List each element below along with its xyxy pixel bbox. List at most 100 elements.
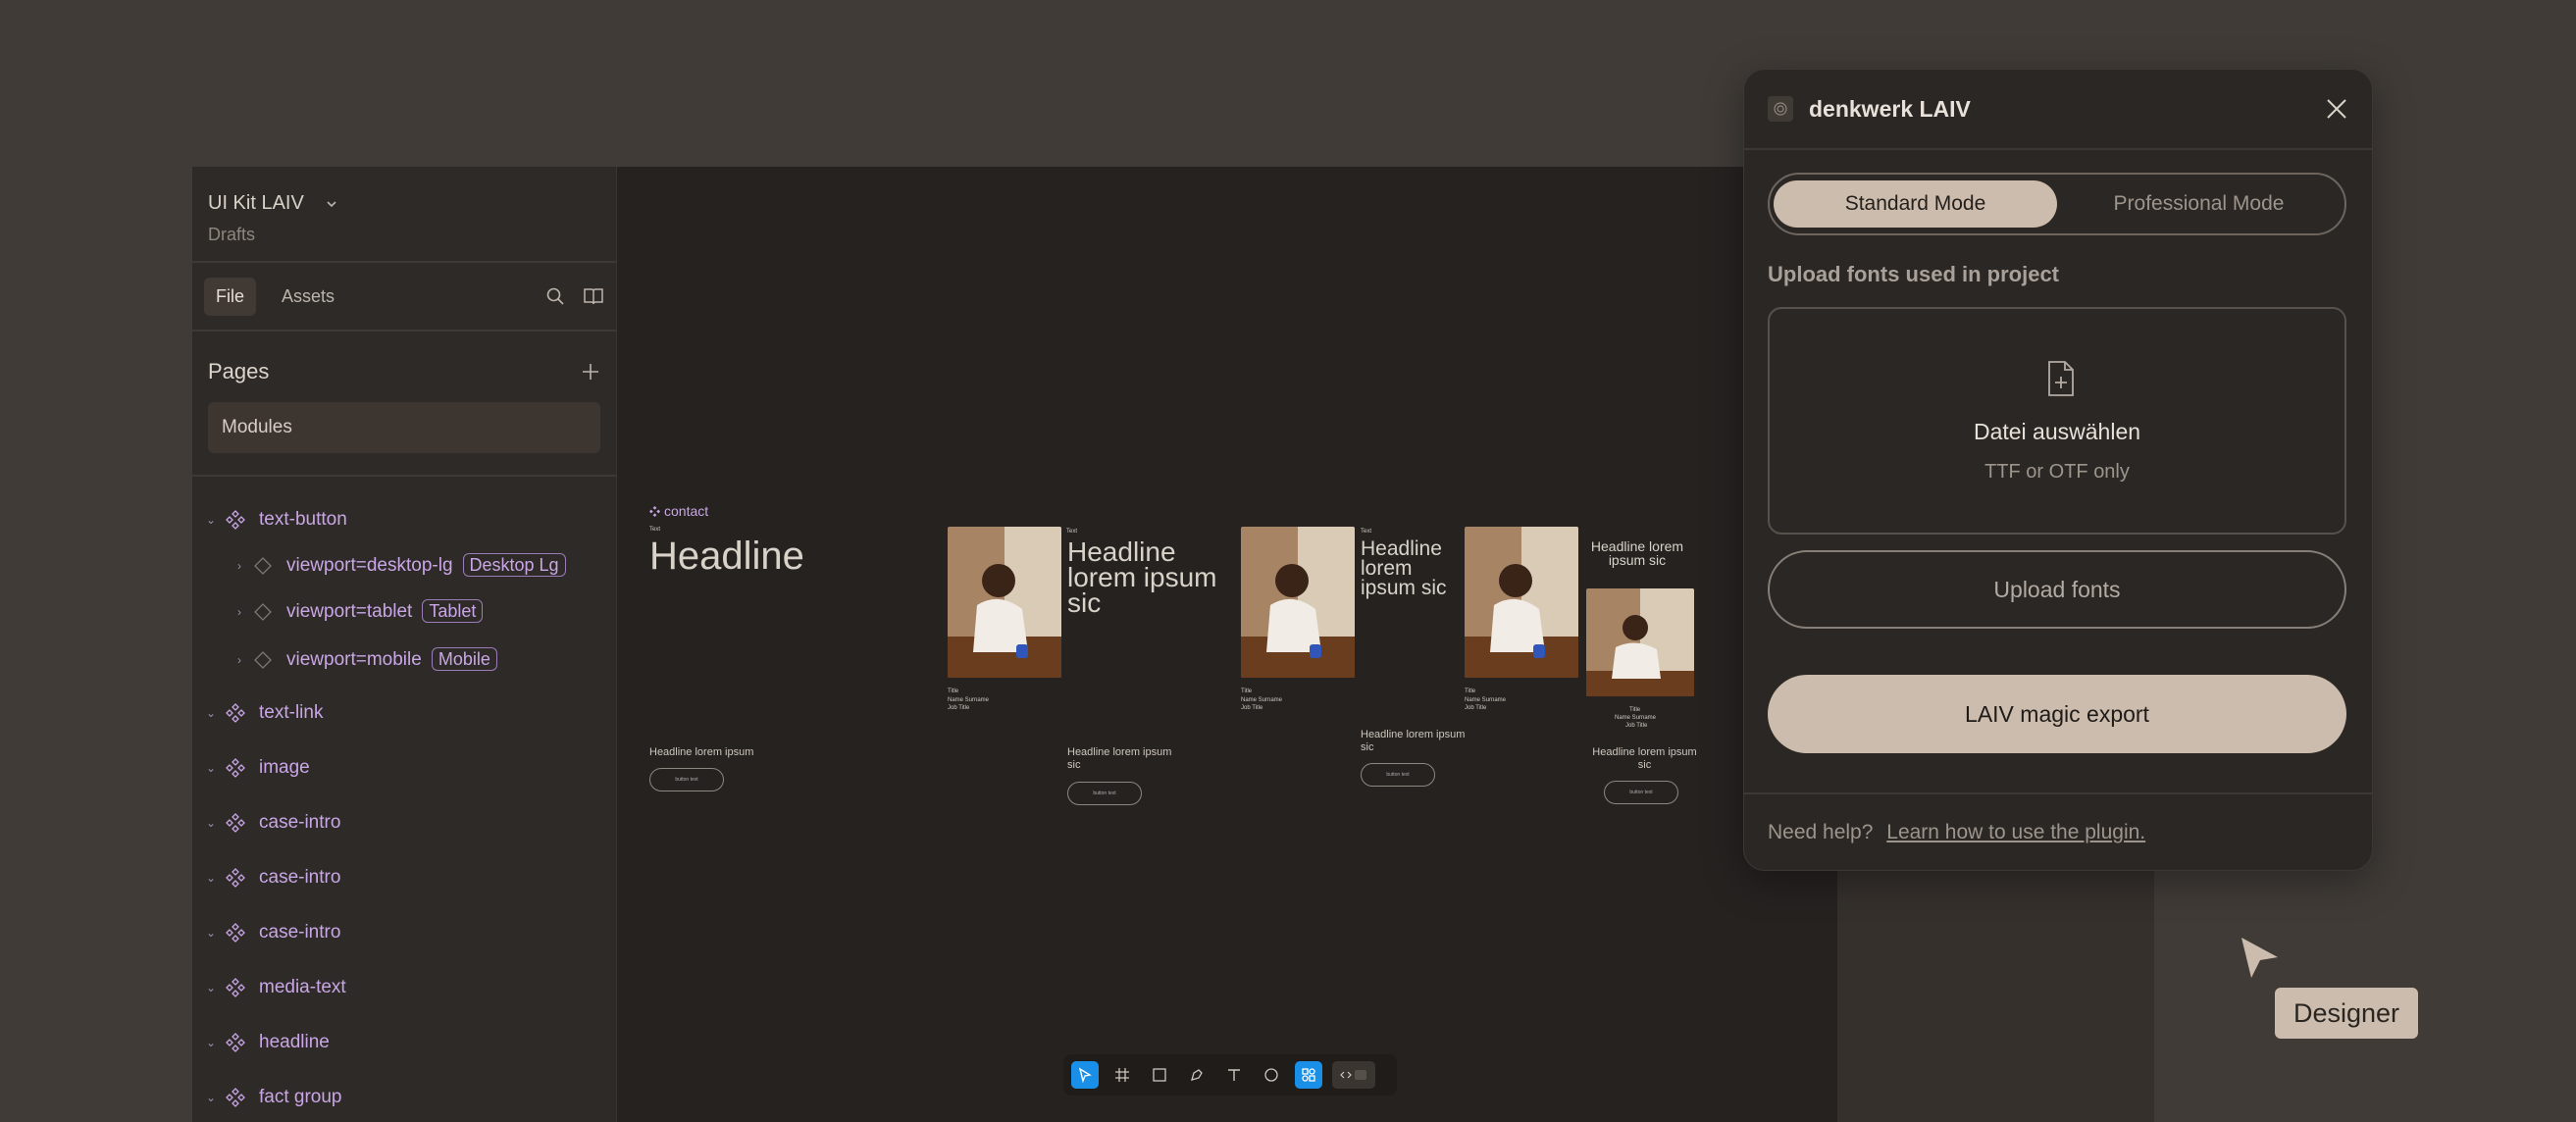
component-icon [226,978,245,997]
layer-row[interactable]: ⌄ image [192,740,616,795]
tab-file[interactable]: File [204,277,257,316]
pen-tool-icon[interactable] [1183,1061,1211,1089]
chevron-right-icon[interactable]: › [237,559,241,573]
frame1-headline: Headline [649,535,804,578]
library-book-icon[interactable] [583,286,604,306]
magic-export-button[interactable]: LAIV magic export [1768,675,2346,753]
layer-label: viewport=mobile Mobile [286,647,497,671]
layer-row[interactable]: ⌄ text-link [192,686,616,740]
layer-row[interactable]: › viewport=tablet Tablet [192,588,616,635]
variant-icon [254,602,272,621]
layer-row[interactable]: › viewport=desktop-lg Desktop Lg [192,542,616,588]
portrait-image [948,527,1061,678]
variant-badge: Tablet [422,598,484,623]
layer-label: case-intro [259,867,341,888]
variant-icon [254,556,272,575]
project-header[interactable]: UI Kit LAIV Drafts [192,167,616,263]
plugin-header: denkwerk LAIV [1744,70,2372,150]
layer-row[interactable]: ⌄ case-intro [192,795,616,850]
layer-label: viewport=desktop-lg Desktop Lg [286,552,566,577]
layer-label: case-intro [259,812,341,833]
layer-row[interactable]: ⌄ case-intro [192,905,616,960]
portrait-image [1465,527,1578,678]
design-canvas[interactable]: contact Text Headline Headline lorem ips… [617,167,1837,1122]
frame1-body: Headline lorem ipsum [649,746,754,758]
dev-mode-toggle-icon[interactable] [1332,1061,1375,1089]
divider [1744,792,2372,794]
frame4-headline: Headline lorem ipsum sic [1590,538,1684,568]
close-icon[interactable] [2325,97,2348,121]
chevron-down-icon[interactable]: ⌄ [206,981,216,994]
frame2-name: Name Surname [948,697,990,703]
variant-icon [254,651,272,669]
collaborator-label: Designer [2275,988,2418,1039]
tab-assets[interactable]: Assets [270,278,346,316]
plugin-title: denkwerk LAIV [1809,95,1971,122]
component-icon [226,813,245,833]
layer-row[interactable]: ⌄ media-text [192,960,616,1015]
chevron-down-icon[interactable]: ⌄ [206,706,216,720]
frame2-button[interactable]: button text [1067,782,1142,805]
eyebrow-text: Title [1241,688,1253,694]
pages-title: Pages [208,359,270,383]
layer-row[interactable]: ⌄ fact group [192,1070,616,1122]
font-dropzone[interactable]: Datei auswählen TTF or OTF only [1768,307,2346,535]
layer-row[interactable]: ⌄ case-intro [192,850,616,905]
chevron-right-icon[interactable]: › [237,605,241,619]
chevron-down-icon[interactable]: ⌄ [206,1091,216,1104]
layer-row[interactable]: › viewport=mobile Mobile [192,635,616,686]
layer-label: viewport=tablet Tablet [286,598,484,623]
chevron-down-icon[interactable]: ⌄ [206,1036,216,1049]
frame3-button[interactable]: button text [1361,763,1435,787]
move-tool-icon[interactable] [1071,1061,1099,1089]
mode-switch: Standard Mode Professional Mode [1768,173,2346,235]
help-text: Need help? [1768,821,1874,843]
layers-sidebar: UI Kit LAIV Drafts File Assets Pages Mod… [192,167,617,1122]
standard-mode-button[interactable]: Standard Mode [1774,180,2057,228]
component-icon [226,868,245,888]
bottom-toolbar [1063,1054,1397,1096]
add-page-icon[interactable] [581,362,600,382]
plugins-tool-icon[interactable] [1295,1061,1322,1089]
sidebar-tabs: File Assets [192,263,616,332]
component-icon [226,509,245,530]
upload-fonts-button[interactable]: Upload fonts [1768,550,2346,629]
portrait-image-mobile [1586,588,1694,696]
eyebrow-text: Title [948,688,959,694]
cursor-arrow-icon [2241,938,2278,978]
chevron-down-icon[interactable]: ⌄ [206,816,216,830]
component-label[interactable]: contact [649,503,708,519]
layer-row[interactable]: ⌄ text-button [192,496,616,542]
text-tool-icon[interactable] [1220,1061,1248,1089]
frame2-headline: Headline lorem ipsum sic [1067,536,1217,618]
layer-row[interactable]: ⌄ headline [192,1015,616,1070]
component-icon [226,758,245,778]
rectangle-tool-icon[interactable] [1146,1061,1173,1089]
component-icon [649,505,660,517]
frame1-button[interactable]: button text [649,768,724,791]
frame3-name: Name Surname [1241,697,1283,703]
chevron-down-icon[interactable]: ⌄ [206,513,216,527]
chevron-down-icon[interactable] [326,199,337,209]
variant-badge: Mobile [431,647,497,671]
page-item-modules[interactable]: Modules [208,402,600,453]
chevron-down-icon[interactable]: ⌄ [206,761,216,775]
chevron-right-icon[interactable]: › [237,653,241,667]
project-location: Drafts [208,225,256,244]
frame-tool-icon[interactable] [1108,1061,1136,1089]
component-icon [226,923,245,943]
search-icon[interactable] [545,286,565,306]
eyebrow-text: Title [1629,707,1641,713]
project-name[interactable]: UI Kit LAIV [208,192,304,215]
chevron-down-icon[interactable]: ⌄ [206,926,216,940]
help-link[interactable]: Learn how to use the plugin. [1886,821,2145,843]
help-row: Need help? Learn how to use the plugin. [1768,821,2145,844]
chevron-down-icon[interactable]: ⌄ [206,871,216,885]
frame3-body: Headline lorem ipsum sic [1361,729,1466,753]
add-file-icon [2048,361,2074,396]
comment-tool-icon[interactable] [1258,1061,1285,1089]
eyebrow-text: Job Title [948,705,970,711]
professional-mode-button[interactable]: Professional Mode [2057,180,2341,228]
frame4-button[interactable]: button text [1604,781,1678,804]
frame3-headline: Headline lorem ipsum sic [1361,537,1447,599]
